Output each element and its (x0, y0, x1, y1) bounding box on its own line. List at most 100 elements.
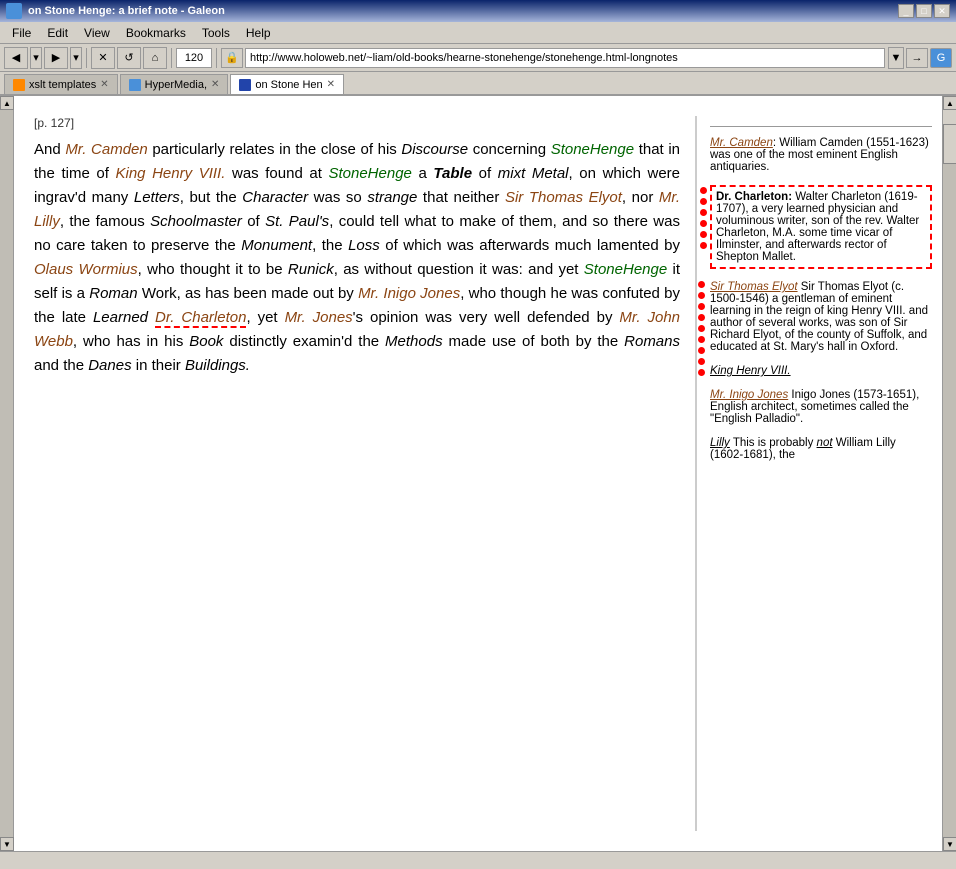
url-input[interactable]: http://www.holoweb.net/~liam/old-books/h… (245, 48, 885, 68)
tab-favicon-stonehenge (239, 79, 251, 91)
elyot-dot-5 (698, 325, 705, 332)
content-area: [p. 127] And Mr. Camden particularly rel… (14, 96, 942, 851)
elyot-dot-9 (698, 369, 705, 376)
tab-close-stonehenge[interactable]: ✕ (327, 79, 335, 90)
link-stonehenge-1[interactable]: StoneHenge (551, 141, 634, 158)
dot-6 (700, 242, 707, 249)
dot-5 (700, 231, 707, 238)
note-charleton: Dr. Charleton: Walter Charleton (1619-17… (710, 185, 932, 269)
home-button[interactable]: ⌂ (143, 47, 167, 69)
link-stonehenge-2[interactable]: StoneHenge (328, 165, 411, 182)
menu-edit[interactable]: Edit (39, 24, 76, 42)
app-icon (6, 3, 22, 19)
sidebar-notes: Mr. Camden: William Camden (1551-1623) w… (702, 116, 932, 831)
menu-tools[interactable]: Tools (194, 24, 238, 42)
link-mr-inigo[interactable]: Mr. Inigo Jones (358, 285, 460, 302)
tab-favicon-hypermedia (129, 79, 141, 91)
tab-close-xslt[interactable]: ✕ (100, 79, 108, 90)
right-scroll-up[interactable]: ▲ (943, 96, 956, 110)
elyot-dot-6 (698, 336, 705, 343)
scroll-track-left[interactable] (0, 110, 13, 837)
link-mr-jones[interactable]: Mr. Jones (285, 309, 353, 326)
scroll-down-button[interactable]: ▼ (0, 837, 14, 851)
sidebar-top-line (710, 126, 932, 127)
maximize-button[interactable]: □ (916, 4, 932, 18)
scroll-up-button[interactable]: ▲ (0, 96, 14, 110)
note-elyot-name[interactable]: Sir Thomas Elyot (710, 281, 798, 293)
forward-button[interactable]: ▶ (44, 47, 68, 69)
back-dropdown[interactable]: ▾ (30, 47, 42, 69)
forward-dropdown[interactable]: ▾ (70, 47, 82, 69)
refresh-button[interactable]: ↺ (117, 47, 141, 69)
dot-1 (700, 187, 707, 194)
close-button[interactable]: ✕ (934, 4, 950, 18)
link-dr-charleton[interactable]: Dr. Charleton (155, 309, 246, 328)
separator-2 (171, 48, 172, 68)
note-henry8: King Henry VIII. (710, 365, 932, 377)
main-area: ▲ ▼ [p. 127] And Mr. Camden particularly… (0, 96, 956, 851)
elyot-dot-1 (698, 281, 705, 288)
tab-label-hypermedia: HyperMedia, (145, 79, 207, 91)
tab-xslt[interactable]: xslt templates ✕ (4, 74, 118, 94)
link-stonehenge-3[interactable]: StoneHenge (584, 261, 667, 278)
tab-close-hypermedia[interactable]: ✕ (211, 79, 219, 90)
elyot-dot-4 (698, 314, 705, 321)
note-charleton-name: Dr. Charleton: (716, 191, 792, 203)
dot-4 (700, 220, 707, 227)
titlebar: on Stone Henge: a brief note - Galeon _ … (0, 0, 956, 22)
link-olaus-wormius[interactable]: Olaus Wormius (34, 261, 138, 278)
note-elyot: Sir Thomas Elyot Sir Thomas Elyot (c. 15… (710, 281, 932, 353)
elyot-dot-3 (698, 303, 705, 310)
stop-button[interactable]: ✕ (91, 47, 115, 69)
menubar: File Edit View Bookmarks Tools Help (0, 22, 956, 44)
right-scroll-down[interactable]: ▼ (943, 837, 956, 851)
separator-3 (216, 48, 217, 68)
menu-help[interactable]: Help (238, 24, 279, 42)
note-camden-name[interactable]: Mr. Camden (710, 137, 773, 149)
statusbar (0, 851, 956, 869)
tab-label-xslt: xslt templates (29, 79, 96, 91)
url-bar-container: http://www.holoweb.net/~liam/old-books/h… (245, 47, 904, 69)
column-separator (695, 116, 697, 831)
minimize-button[interactable]: _ (898, 4, 914, 18)
note-camden: Mr. Camden: William Camden (1551-1623) w… (710, 137, 932, 173)
note-inigo: Mr. Inigo Jones Inigo Jones (1573-1651),… (710, 389, 932, 425)
tab-hypermedia[interactable]: HyperMedia, ✕ (120, 74, 229, 94)
lock-icon[interactable]: 🔒 (221, 48, 243, 68)
tab-label-stonehenge: on Stone Hen (255, 79, 322, 91)
right-scroll-track[interactable] (943, 164, 956, 837)
tab-favicon-xslt (13, 79, 25, 91)
elyot-dot-2 (698, 292, 705, 299)
elyot-dot-7 (698, 347, 705, 354)
menu-view[interactable]: View (76, 24, 118, 42)
page-marker: [p. 127] (34, 116, 680, 130)
menu-bookmarks[interactable]: Bookmarks (118, 24, 194, 42)
link-mr-camden[interactable]: Mr. Camden (65, 141, 147, 158)
gecko-icon[interactable]: G (930, 48, 952, 68)
back-button[interactable]: ◀ (4, 47, 28, 69)
note-lilly: Lilly This is probably not William Lilly… (710, 437, 932, 461)
window-controls: _ □ ✕ (898, 4, 950, 18)
tab-stonehenge[interactable]: on Stone Hen ✕ (230, 74, 344, 94)
link-king-henry[interactable]: King Henry VIII. (115, 165, 225, 182)
elyot-dot-8 (698, 358, 705, 365)
note-inigo-name[interactable]: Mr. Inigo Jones (710, 389, 788, 401)
right-scrollbar[interactable]: ▲ ▼ (942, 96, 956, 851)
toolbar: ◀ ▾ ▶ ▾ ✕ ↺ ⌂ 120 🔒 http://www.holoweb.n… (0, 44, 956, 72)
note-henry8-name: King Henry VIII. (710, 365, 791, 377)
note-lilly-text: This is probably not William Lilly (1602… (710, 437, 896, 461)
left-scrollbar[interactable]: ▲ ▼ (0, 96, 14, 851)
link-sir-thomas[interactable]: Sir Thomas Elyot (505, 189, 622, 206)
separator-1 (86, 48, 87, 68)
tabbar: xslt templates ✕ HyperMedia, ✕ on Stone … (0, 72, 956, 96)
dot-2 (700, 198, 707, 205)
url-dropdown[interactable]: ▼ (888, 47, 904, 69)
go-button[interactable]: → (906, 48, 928, 68)
note-lilly-name: Lilly (710, 437, 730, 449)
menu-file[interactable]: File (4, 24, 39, 42)
right-scroll-thumb[interactable] (943, 124, 956, 164)
main-paragraph: And Mr. Camden particularly relates in t… (34, 138, 680, 378)
dot-3 (700, 209, 707, 216)
charleton-dots (700, 187, 707, 249)
zoom-input[interactable]: 120 (176, 48, 212, 68)
